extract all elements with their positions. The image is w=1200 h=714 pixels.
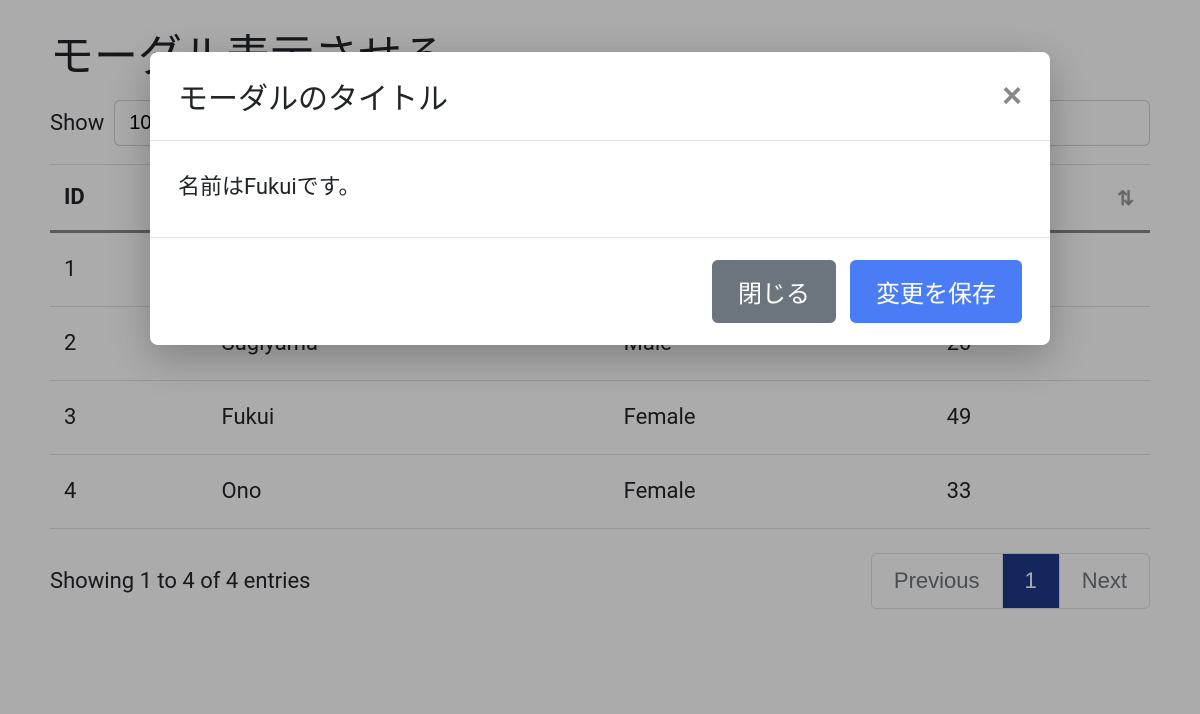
modal-dialog: モーダルのタイトル × 名前はFukuiです。 閉じる 変更を保存 [150,52,1050,345]
modal-footer: 閉じる 変更を保存 [150,238,1050,345]
close-icon[interactable]: × [1002,79,1022,113]
modal-header: モーダルのタイトル × [150,52,1050,141]
modal-body: 名前はFukuiです。 [150,141,1050,238]
modal-title: モーダルのタイトル [178,74,448,118]
close-button[interactable]: 閉じる [712,260,836,323]
save-button[interactable]: 変更を保存 [850,260,1022,323]
